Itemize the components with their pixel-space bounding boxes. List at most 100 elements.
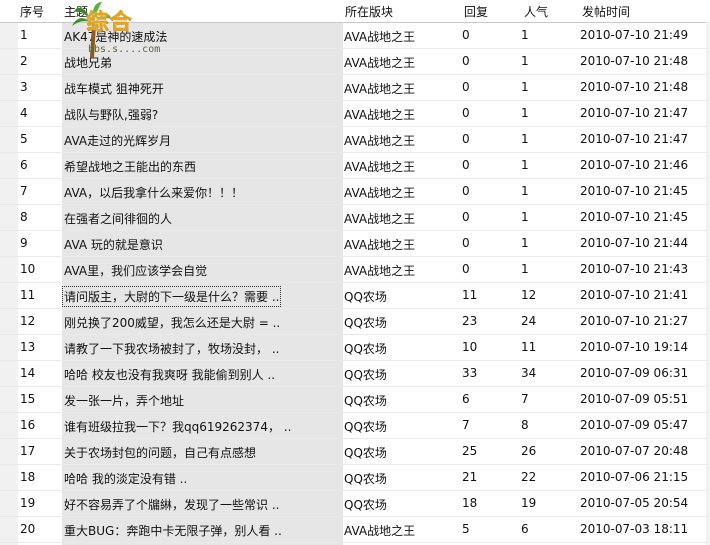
row-replies: 0	[462, 28, 470, 42]
row-popularity: 8	[521, 418, 529, 432]
row-popularity: 6	[521, 522, 529, 536]
table-row[interactable]: 1 AK47是神的速成法 AVA战地之王 0 1 2010-07-10 21:49	[0, 22, 710, 49]
row-title-link[interactable]: 关于农场封包的问题，自己有点感想	[64, 444, 256, 461]
row-board-link[interactable]: QQ农场	[344, 470, 387, 487]
row-index: 8	[20, 210, 28, 224]
table-row[interactable]: 9 AVA 玩的就是意识 AVA战地之王 0 1 2010-07-10 21:44	[0, 230, 710, 257]
header-title[interactable]: 主题	[64, 3, 88, 20]
row-title-link[interactable]: 谁有班级拉我一下？我qq619262374， ..	[64, 418, 291, 435]
row-board-link[interactable]: QQ农场	[344, 392, 387, 409]
table-row[interactable]: 17 关于农场封包的问题，自己有点感想 QQ农场 25 26 2010-07-07 20:…	[0, 438, 710, 465]
row-post-time: 2010-07-09 06:31	[580, 366, 689, 380]
row-board-link[interactable]: AVA战地之王	[344, 158, 415, 175]
scrollbar[interactable]	[706, 22, 710, 545]
row-board-link[interactable]: AVA战地之王	[344, 106, 415, 123]
table-row[interactable]: 16 谁有班级拉我一下？我qq619262374， .. QQ农场 7 8 2010-07…	[0, 412, 710, 439]
row-title-link[interactable]: 发一张一片，弄个地址	[64, 392, 184, 409]
row-board-link[interactable]: QQ农场	[344, 496, 387, 513]
row-title-link[interactable]: 哈哈 校友也没有我爽呀 我能偷到别人 ..	[64, 366, 275, 383]
row-popularity: 19	[521, 496, 537, 510]
row-popularity: 1	[521, 54, 529, 68]
table-row[interactable]: 5 AVA走过的光辉岁月 AVA战地之王 0 1 2010-07-10 21:47	[0, 126, 710, 153]
row-replies: 33	[462, 366, 478, 380]
row-board-link[interactable]: QQ农场	[344, 366, 387, 383]
row-index: 12	[20, 314, 36, 328]
row-index: 1	[20, 28, 28, 42]
table-row[interactable]: 12 刚兑换了200威望，我怎么还是大尉 = .. QQ农场 23 24 2010-07-…	[0, 308, 710, 335]
table-row[interactable]: 8 在强者之间徘徊的人 AVA战地之王 0 1 2010-07-10 21:45	[0, 204, 710, 231]
row-post-time: 2010-07-10 21:47	[580, 106, 689, 120]
row-index: 6	[20, 158, 28, 172]
row-board-link[interactable]: QQ农场	[344, 340, 387, 357]
row-replies: 0	[462, 132, 470, 146]
row-post-time: 2010-07-10 21:47	[580, 132, 689, 146]
row-title-link[interactable]: 请问版主，大尉的下一级是什么？需要 ..	[61, 286, 282, 307]
header-board[interactable]: 所在版块	[345, 3, 393, 20]
table-row[interactable]: 13 请教了一下我农场被封了，牧场没封， .. QQ农场 10 11 2010-07-10…	[0, 334, 710, 361]
row-post-time: 2010-07-10 21:44	[580, 236, 689, 250]
row-title-link[interactable]: AVA里，我们应该学会自觉	[64, 262, 207, 279]
row-index: 15	[20, 392, 36, 406]
row-popularity: 1	[521, 262, 529, 276]
row-popularity: 1	[521, 184, 529, 198]
row-replies: 21	[462, 470, 478, 484]
table-row[interactable]: 4 战队与野队,强弱? AVA战地之王 0 1 2010-07-10 21:47	[0, 100, 710, 127]
header-post-time[interactable]: 发帖时间	[582, 3, 630, 20]
table-row[interactable]: 15 发一张一片，弄个地址 QQ农场 6 7 2010-07-09 05:51	[0, 386, 710, 413]
row-board-link[interactable]: AVA战地之王	[344, 210, 415, 227]
row-title-link[interactable]: 战队与野队,强弱?	[64, 106, 158, 123]
row-replies: 25	[462, 444, 478, 458]
row-board-link[interactable]: QQ农场	[344, 288, 387, 305]
row-replies: 5	[462, 522, 470, 536]
table-row[interactable]: 7 AVA，以后我拿什么来爱你！！！ AVA战地之王 0 1 2010-07-10 21:…	[0, 178, 710, 205]
row-title-link[interactable]: 希望战地之王能出的东西	[64, 158, 196, 175]
table-row[interactable]: 14 哈哈 校友也没有我爽呀 我能偷到别人 .. QQ农场 33 34 2010-07-0…	[0, 360, 710, 387]
header-index[interactable]: 序号	[20, 3, 44, 20]
row-replies: 18	[462, 496, 478, 510]
row-board-link[interactable]: AVA战地之王	[344, 522, 415, 539]
table-row[interactable]: 20 重大BUG：奔跑中卡无限子弹，别人看 .. AVA战地之王 5 6 2010-07-…	[0, 516, 710, 543]
table-header: 序号 主题 所在版块 回复 人气 发帖时间	[0, 0, 710, 23]
row-board-link[interactable]: AVA战地之王	[344, 184, 415, 201]
row-board-link[interactable]: QQ农场	[344, 444, 387, 461]
row-title-link[interactable]: 在强者之间徘徊的人	[64, 210, 172, 227]
row-board-link[interactable]: AVA战地之王	[344, 28, 415, 45]
row-board-link[interactable]: QQ农场	[344, 314, 387, 331]
row-board-link[interactable]: AVA战地之王	[344, 132, 415, 149]
row-board-link[interactable]: AVA战地之王	[344, 236, 415, 253]
row-title-link[interactable]: AVA 玩的就是意识	[64, 236, 163, 253]
row-title-link[interactable]: 刚兑换了200威望，我怎么还是大尉 = ..	[64, 314, 280, 331]
row-title-link[interactable]: AVA走过的光辉岁月	[64, 132, 171, 149]
row-index: 16	[20, 418, 36, 432]
row-replies: 0	[462, 236, 470, 250]
row-index: 11	[20, 288, 36, 302]
row-replies: 0	[462, 158, 470, 172]
table-row[interactable]: 3 战车模式 狙神死开 AVA战地之王 0 1 2010-07-10 21:48	[0, 74, 710, 101]
row-title-link[interactable]: AK47是神的速成法	[64, 28, 167, 45]
row-post-time: 2010-07-10 21:48	[580, 54, 689, 68]
row-index: 5	[20, 132, 28, 146]
table-row[interactable]: 6 希望战地之王能出的东西 AVA战地之王 0 1 2010-07-10 21:46	[0, 152, 710, 179]
row-title-link[interactable]: 战地兄弟	[64, 54, 112, 71]
row-board-link[interactable]: AVA战地之王	[344, 54, 415, 71]
row-title-link[interactable]: 请教了一下我农场被封了，牧场没封， ..	[64, 340, 279, 357]
row-index: 2	[20, 54, 28, 68]
row-title-link[interactable]: 战车模式 狙神死开	[64, 80, 164, 97]
row-replies: 23	[462, 314, 478, 328]
table-row[interactable]: 10 AVA里，我们应该学会自觉 AVA战地之王 0 1 2010-07-10 21:43	[0, 256, 710, 283]
table-row[interactable]: 2 战地兄弟 AVA战地之王 0 1 2010-07-10 21:48	[0, 48, 710, 75]
table-row[interactable]: 18 哈哈 我的淡定没有错 .. QQ农场 21 22 2010-07-06 21:15	[0, 464, 710, 491]
table-row[interactable]: 11 请问版主，大尉的下一级是什么？需要 .. QQ农场 11 12 2010-07-10…	[0, 282, 710, 309]
row-board-link[interactable]: AVA战地之王	[344, 262, 415, 279]
row-title-link[interactable]: 重大BUG：奔跑中卡无限子弹，别人看 ..	[64, 522, 282, 539]
row-board-link[interactable]: AVA战地之王	[344, 80, 415, 97]
row-index: 7	[20, 184, 28, 198]
row-title-link[interactable]: 哈哈 我的淡定没有错 ..	[64, 470, 187, 487]
row-title-link[interactable]: AVA，以后我拿什么来爱你！！！	[64, 184, 243, 201]
row-board-link[interactable]: QQ农场	[344, 418, 387, 435]
row-popularity: 24	[521, 314, 537, 328]
header-replies[interactable]: 回复	[464, 3, 488, 20]
header-popularity[interactable]: 人气	[524, 3, 548, 20]
table-row[interactable]: 19 好不容易弄了个牖綝，发现了一些常识 .. QQ农场 18 19 2010-07-05…	[0, 490, 710, 517]
row-title-link[interactable]: 好不容易弄了个牖綝，发现了一些常识 ..	[64, 496, 279, 513]
